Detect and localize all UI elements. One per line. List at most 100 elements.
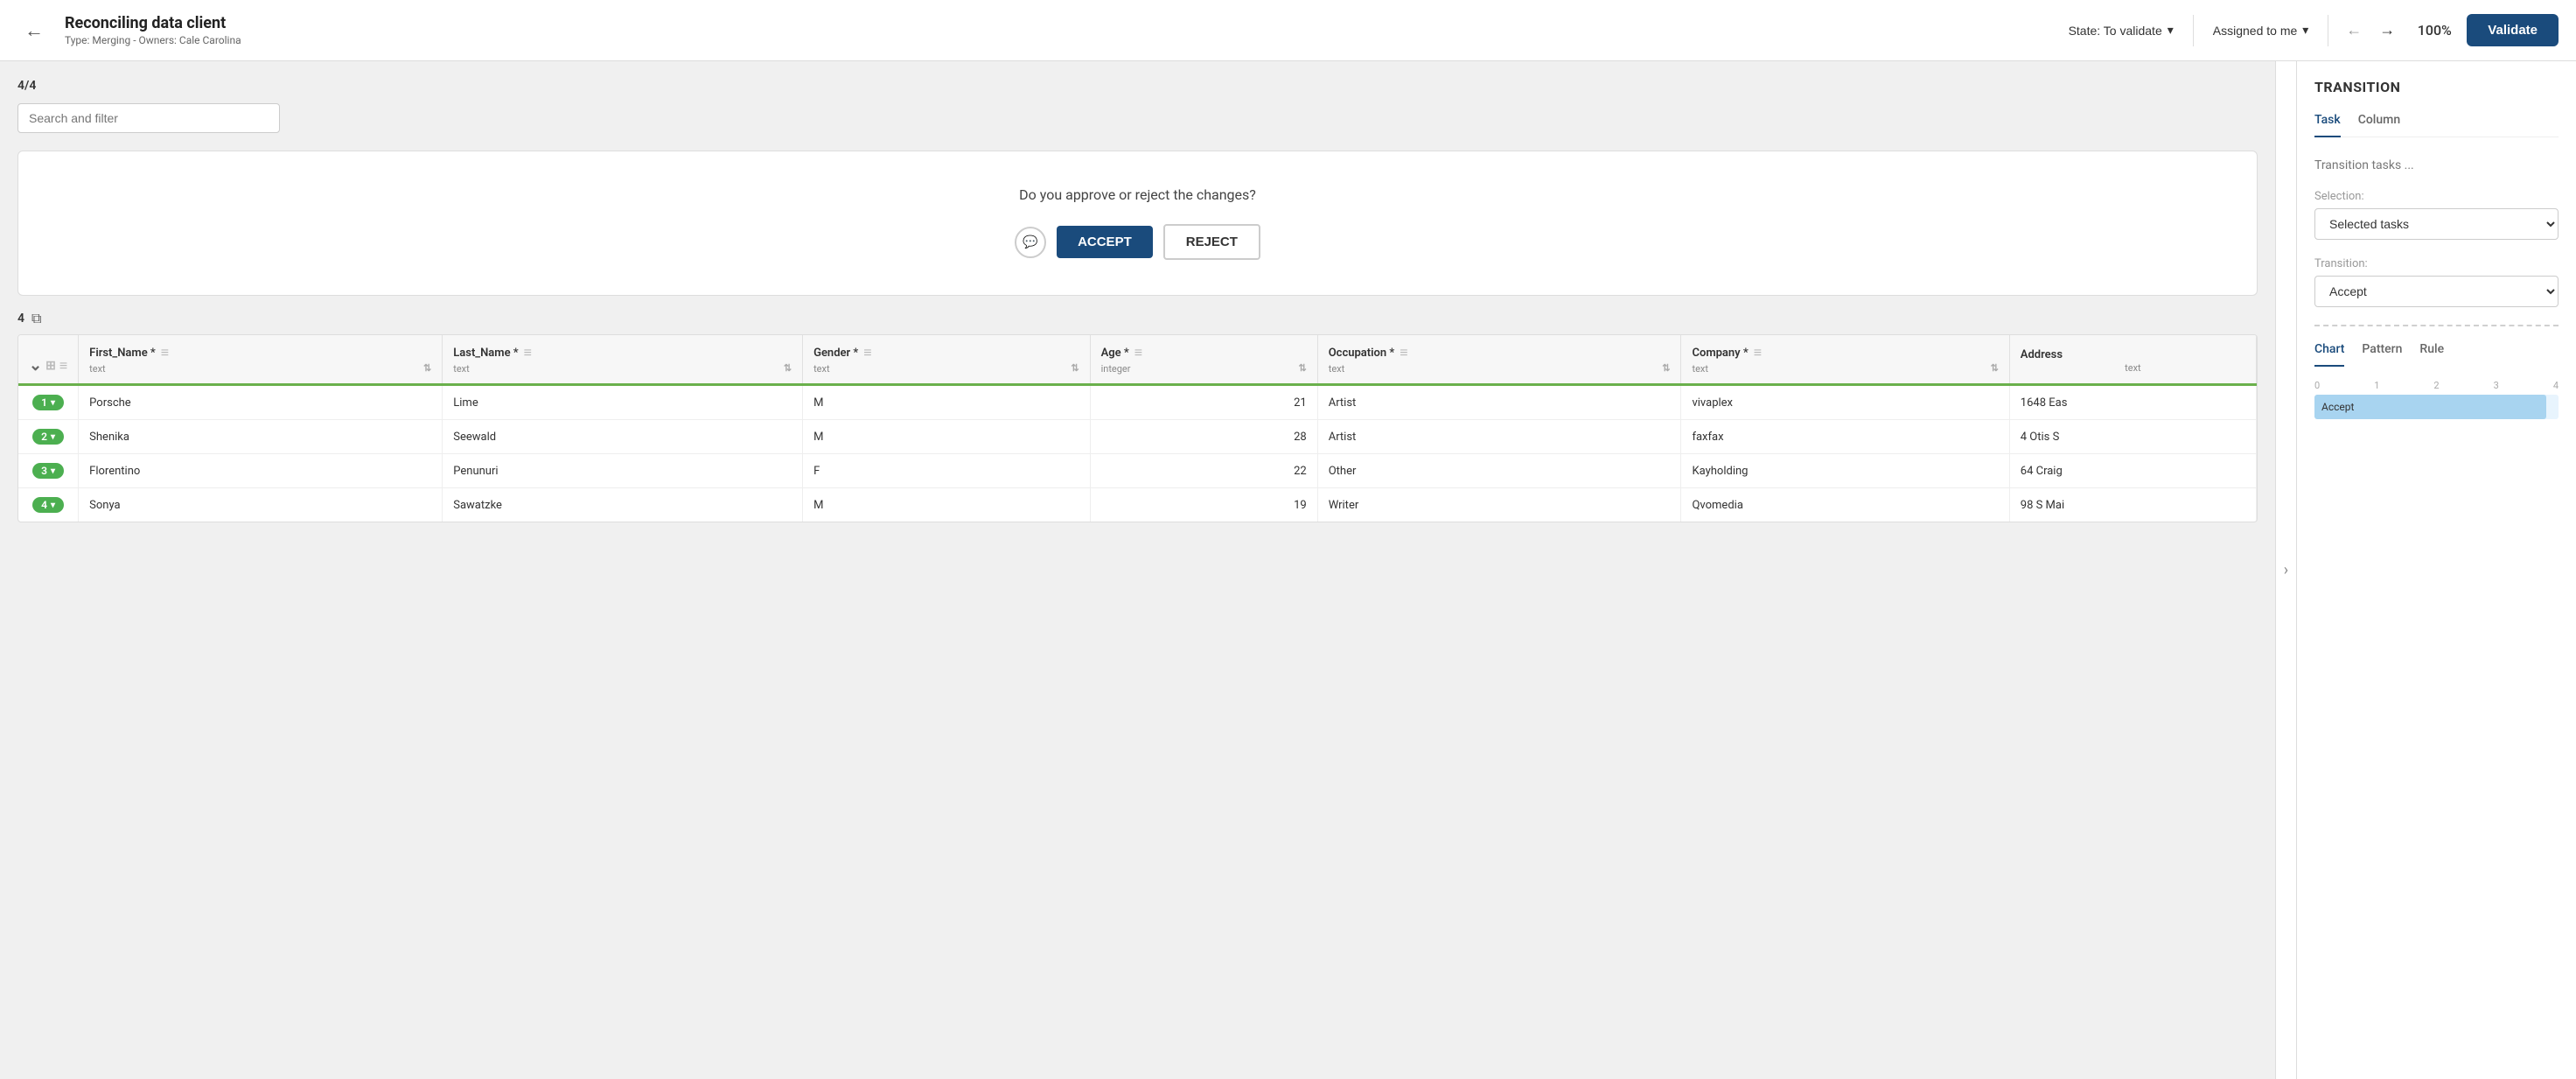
table-row: 4 ▾ Sonya Sawatzke M 19 Writer Qvomedia … bbox=[18, 488, 2257, 522]
panel-toggle-button[interactable]: › bbox=[2275, 61, 2296, 1079]
back-button[interactable]: ← bbox=[17, 16, 51, 46]
accept-button[interactable]: ACCEPT bbox=[1057, 226, 1153, 258]
main-layout: 4/4 Do you approve or reject the changes… bbox=[0, 61, 2576, 1079]
reject-button[interactable]: REJECT bbox=[1163, 224, 1260, 260]
company-sort-icon[interactable]: ⇅ bbox=[1991, 362, 1999, 374]
col-gender: Gender * ≡ text ⇅ bbox=[803, 335, 1091, 385]
cell-gender-4: M bbox=[803, 488, 1091, 522]
cell-gender-2: M bbox=[803, 420, 1091, 454]
header-menu-icon[interactable]: ≡ bbox=[59, 357, 67, 375]
cell-last-name-1: Lime bbox=[443, 385, 803, 420]
assigned-label: Assigned to me bbox=[2213, 24, 2298, 38]
rp-body: Transition tasks ... Selection: Selected… bbox=[2297, 151, 2576, 314]
row-badge-chevron: ▾ bbox=[51, 466, 55, 476]
state-dropdown[interactable]: State: To validate ▾ bbox=[2060, 18, 2182, 43]
occupation-menu-icon[interactable]: ≡ bbox=[1400, 344, 1407, 361]
gender-menu-icon[interactable]: ≡ bbox=[863, 344, 871, 361]
transition-select[interactable]: Accept Reject bbox=[2314, 276, 2559, 307]
cell-last-name-2: Seewald bbox=[443, 420, 803, 454]
tab-chart[interactable]: Chart bbox=[2314, 337, 2344, 367]
row-badge-1[interactable]: 1 ▾ bbox=[32, 395, 64, 410]
first-name-sort-icon[interactable]: ⇅ bbox=[423, 362, 431, 374]
row-badge-cell: 2 ▾ bbox=[18, 420, 79, 454]
row-badge-chevron: ▾ bbox=[51, 398, 55, 408]
tab-rule[interactable]: Rule bbox=[2419, 337, 2444, 367]
nav-back-button[interactable]: ← bbox=[2339, 18, 2369, 43]
first-name-menu-icon[interactable]: ≡ bbox=[161, 344, 169, 361]
row-badge-3[interactable]: 3 ▾ bbox=[32, 463, 64, 479]
assigned-dropdown[interactable]: Assigned to me ▾ bbox=[2204, 18, 2318, 43]
row-count-row: 4 ⧉ bbox=[17, 310, 2258, 327]
chart-axis: 0 1 2 3 4 bbox=[2314, 380, 2559, 391]
expand-all-icon[interactable]: ⌄ bbox=[29, 356, 42, 375]
last-name-menu-icon[interactable]: ≡ bbox=[524, 344, 532, 361]
cell-age-3: 22 bbox=[1090, 454, 1317, 488]
cell-occupation-4: Writer bbox=[1317, 488, 1681, 522]
col-last-name: Last_Name * ≡ text ⇅ bbox=[443, 335, 803, 385]
col-occupation-label: Occupation * bbox=[1329, 347, 1395, 360]
tab-pattern[interactable]: Pattern bbox=[2362, 337, 2402, 367]
nav-forward-button[interactable]: → bbox=[2372, 18, 2402, 43]
row-badge-2[interactable]: 2 ▾ bbox=[32, 429, 64, 445]
address-type: text bbox=[2125, 362, 2141, 374]
age-sort-icon[interactable]: ⇅ bbox=[1299, 362, 1307, 374]
cell-address-1: 1648 Eas bbox=[2009, 385, 2256, 420]
transition-placeholder: Transition tasks ... bbox=[2314, 151, 2559, 179]
nav-arrows: ← → bbox=[2339, 18, 2402, 43]
approve-card: Do you approve or reject the changes? 💬 … bbox=[17, 151, 2258, 296]
gender-sort-icon[interactable]: ⇅ bbox=[1071, 362, 1079, 374]
page-title: Reconciling data client bbox=[65, 14, 2046, 32]
table-body: 1 ▾ Porsche Lime M 21 Artist vivaplex 16… bbox=[18, 385, 2257, 522]
record-counter: 4/4 bbox=[17, 79, 2258, 93]
comment-icon-button[interactable]: 💬 bbox=[1015, 227, 1046, 258]
age-menu-icon[interactable]: ≡ bbox=[1134, 344, 1142, 361]
row-badge-cell: 4 ▾ bbox=[18, 488, 79, 522]
occupation-sort-icon[interactable]: ⇅ bbox=[1662, 362, 1670, 374]
data-table: ⌄ ⊞ ≡ First_Name * ≡ text bbox=[17, 334, 2258, 522]
rp-chart-tabs: Chart Pattern Rule bbox=[2297, 337, 2576, 366]
chart-bar-row: Accept bbox=[2314, 395, 2559, 419]
row-badge-cell: 1 ▾ bbox=[18, 385, 79, 420]
tab-column[interactable]: Column bbox=[2358, 108, 2400, 137]
state-label: State: To validate bbox=[2069, 24, 2162, 38]
cell-first-name-4: Sonya bbox=[79, 488, 443, 522]
cell-gender-1: M bbox=[803, 385, 1091, 420]
row-expand-header: ⌄ ⊞ ≡ bbox=[18, 335, 79, 385]
cell-first-name-2: Shenika bbox=[79, 420, 443, 454]
cell-first-name-1: Porsche bbox=[79, 385, 443, 420]
transition-label: Transition: bbox=[2314, 257, 2559, 270]
axis-4: 4 bbox=[2553, 380, 2559, 391]
axis-3: 3 bbox=[2494, 380, 2499, 391]
copy-icon[interactable]: ⧉ bbox=[31, 310, 41, 327]
search-input[interactable] bbox=[29, 111, 269, 125]
rp-header: TRANSITION Task Column bbox=[2297, 61, 2576, 151]
cell-company-4: Qvomedia bbox=[1681, 488, 2009, 522]
last-name-sort-icon[interactable]: ⇅ bbox=[784, 362, 792, 374]
selection-select[interactable]: Selected tasks All tasks bbox=[2314, 208, 2559, 240]
col-first-name-label: First_Name * bbox=[89, 347, 156, 360]
rp-tabs: Task Column bbox=[2314, 108, 2559, 137]
header-controls: State: To validate ▾ Assigned to me ▾ ← … bbox=[2060, 14, 2559, 46]
cell-company-2: faxfax bbox=[1681, 420, 2009, 454]
table-row: 1 ▾ Porsche Lime M 21 Artist vivaplex 16… bbox=[18, 385, 2257, 420]
header-title-block: Reconciling data client Type: Merging - … bbox=[65, 14, 2046, 46]
validate-button[interactable]: Validate bbox=[2467, 14, 2559, 46]
zoom-level: 100% bbox=[2412, 22, 2456, 39]
cell-address-2: 4 Otis S bbox=[2009, 420, 2256, 454]
chart-area: 0 1 2 3 4 Accept bbox=[2297, 380, 2576, 437]
cell-last-name-4: Sawatzke bbox=[443, 488, 803, 522]
chart-bar-label: Accept bbox=[2314, 401, 2354, 413]
company-menu-icon[interactable]: ≡ bbox=[1754, 344, 1762, 361]
col-age: Age * ≡ integer ⇅ bbox=[1090, 335, 1317, 385]
cell-company-3: Kayholding bbox=[1681, 454, 2009, 488]
cell-first-name-3: Florentino bbox=[79, 454, 443, 488]
columns-icon[interactable]: ⊞ bbox=[45, 359, 56, 373]
cell-gender-3: F bbox=[803, 454, 1091, 488]
records-table: ⌄ ⊞ ≡ First_Name * ≡ text bbox=[18, 335, 2257, 522]
cell-age-4: 19 bbox=[1090, 488, 1317, 522]
row-badge-4[interactable]: 4 ▾ bbox=[32, 497, 64, 513]
tab-task[interactable]: Task bbox=[2314, 108, 2341, 137]
age-type: integer bbox=[1101, 363, 1131, 375]
cell-address-4: 98 S Mai bbox=[2009, 488, 2256, 522]
assigned-chevron-icon: ▾ bbox=[2302, 23, 2308, 38]
